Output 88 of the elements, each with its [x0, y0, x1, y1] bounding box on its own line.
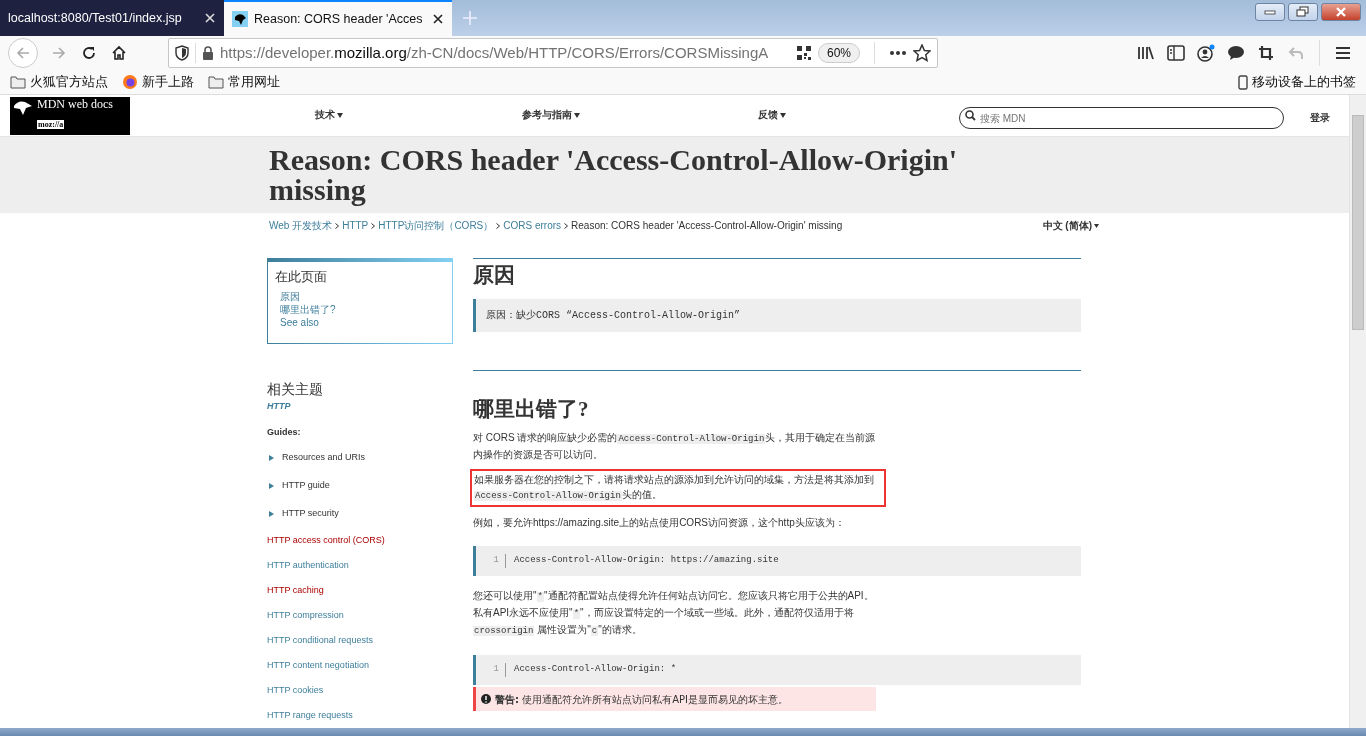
- search-field[interactable]: 搜索 MDN: [959, 107, 1284, 129]
- toc-link[interactable]: See also: [280, 315, 445, 329]
- folder-icon: [10, 75, 26, 89]
- chevron-icon: [371, 222, 376, 229]
- topic-link[interactable]: HTTP compression: [267, 608, 344, 623]
- expand-icon[interactable]: [269, 511, 274, 517]
- browser-tab[interactable]: localhost:8080/Test01/index.jsp: [0, 0, 224, 36]
- caret-icon: [574, 113, 580, 118]
- back-arrow-icon: [15, 45, 31, 61]
- related-subtitle[interactable]: HTTP: [267, 400, 453, 414]
- shield-icon: [175, 45, 189, 61]
- url-text: https://developer.mozilla.org/zh-CN/docs/Web/HTTP/CORS/Errors/CORSMissingA: [220, 42, 770, 63]
- nav-menu[interactable]: 技术: [315, 108, 343, 123]
- breadcrumb-link[interactable]: HTTP访问控制（CORS）: [378, 218, 494, 233]
- caret-icon: [337, 113, 343, 118]
- section-label: Guides:: [267, 425, 302, 439]
- line-number: 1: [476, 663, 506, 677]
- scrollbar[interactable]: [1349, 95, 1366, 728]
- caret-icon: [780, 113, 786, 118]
- minimize-button[interactable]: [1255, 3, 1285, 21]
- bookmark-link[interactable]: 火狐官方站点: [30, 72, 108, 92]
- library-icon[interactable]: [1137, 45, 1155, 61]
- expand-icon[interactable]: [269, 483, 274, 489]
- topic-link[interactable]: HTTP guide: [282, 479, 330, 493]
- restore-icon: [1296, 6, 1310, 18]
- login-link[interactable]: 登录: [1310, 109, 1330, 125]
- toc-link[interactable]: 哪里出错了?: [280, 302, 445, 316]
- phone-icon: [1238, 74, 1248, 90]
- topic-link[interactable]: HTTP cookies: [267, 683, 324, 698]
- star-icon[interactable]: [913, 44, 931, 62]
- warning-icon: [481, 694, 491, 704]
- note-text: 原因：缺少CORS “Access-Control-Allow-Origin”: [486, 310, 741, 321]
- zoom-badge[interactable]: 60%: [817, 43, 860, 63]
- sidebar-icon[interactable]: [1167, 45, 1185, 61]
- breadcrumb-link[interactable]: Web 开发技术: [269, 218, 333, 233]
- language-selector[interactable]: 中文 (简体): [1042, 218, 1099, 233]
- bookmark-link[interactable]: 移动设备上的书签: [1252, 72, 1356, 92]
- chevron-icon: [335, 222, 340, 229]
- more-icon[interactable]: [889, 50, 907, 56]
- browser-tab[interactable]: Reason: CORS header 'Acces: [224, 0, 452, 36]
- breadcrumb-link[interactable]: HTTP: [342, 218, 369, 233]
- nav-menu[interactable]: 参考与指南: [522, 108, 580, 123]
- caret-icon: [1094, 223, 1099, 228]
- breadcrumb-link[interactable]: CORS errors: [503, 218, 562, 233]
- home-icon[interactable]: [111, 45, 127, 61]
- topic-link[interactable]: HTTP access control (CORS): [267, 533, 385, 548]
- topic-link[interactable]: HTTP authentication: [267, 558, 349, 573]
- scrollbar-thumb[interactable]: [1352, 115, 1364, 330]
- restore-button[interactable]: [1288, 3, 1318, 21]
- toc-title: 在此页面: [275, 269, 328, 286]
- close-icon[interactable]: [432, 13, 444, 25]
- related-title: 相关主题: [267, 380, 324, 399]
- bookmark-link[interactable]: 新手上路: [142, 72, 194, 92]
- nav-menu[interactable]: 反馈: [758, 108, 786, 123]
- chevron-icon: [496, 222, 501, 229]
- line-number: 1: [476, 554, 506, 568]
- topic-link[interactable]: Resources and URIs: [282, 451, 366, 465]
- code-line: Access-Control-Allow-Origin: *: [514, 663, 677, 677]
- expand-icon[interactable]: [269, 455, 274, 461]
- crop-icon[interactable]: [1258, 45, 1274, 61]
- code-line: Access-Control-Allow-Origin: https://amazing.site: [514, 554, 779, 568]
- minimize-icon: [1264, 9, 1276, 15]
- menu-icon[interactable]: [1335, 46, 1351, 60]
- section-heading: 哪里出错了?: [473, 396, 589, 423]
- topic-link[interactable]: HTTP content negotiation: [267, 658, 369, 673]
- address-bar[interactable]: https://developer.mozilla.org/zh-CN/docs/Web/HTTP/CORS/Errors/CORSMissingA 60%: [168, 38, 938, 68]
- section-heading: 原因: [473, 262, 515, 289]
- folder-icon: [208, 75, 224, 89]
- close-icon: [1334, 6, 1348, 18]
- chevron-icon: [564, 222, 569, 229]
- reload-icon[interactable]: [81, 45, 97, 61]
- firefox-icon: [122, 74, 138, 90]
- bookmark-link[interactable]: 常用网址: [228, 72, 280, 92]
- close-button[interactable]: [1321, 3, 1361, 21]
- warning-text: 警告: 使用通配符允许所有站点访问私有API是显而易见的坏主意。: [495, 692, 788, 707]
- topic-link[interactable]: HTTP range requests: [267, 708, 353, 723]
- mdn-logo[interactable]: MDN web docs moz://a: [10, 96, 130, 135]
- topic-link[interactable]: HTTP security: [282, 507, 339, 521]
- paragraph: 例如，要允许https://amazing.site上的站点使用CORS访问资源，这个http头应该为：: [473, 516, 846, 530]
- qr-code-icon[interactable]: [795, 45, 812, 61]
- topic-link[interactable]: HTTP caching: [267, 583, 324, 598]
- topic-link[interactable]: HTTP conditional requests: [267, 633, 373, 648]
- chat-icon[interactable]: [1227, 45, 1245, 61]
- page-title: Reason: CORS header 'Access-Control-Allow-Origin' missing: [269, 145, 958, 205]
- toc-link[interactable]: 原因: [280, 289, 445, 303]
- account-icon[interactable]: [1196, 44, 1216, 62]
- favicon-icon: [232, 11, 248, 27]
- lock-icon: [202, 46, 214, 60]
